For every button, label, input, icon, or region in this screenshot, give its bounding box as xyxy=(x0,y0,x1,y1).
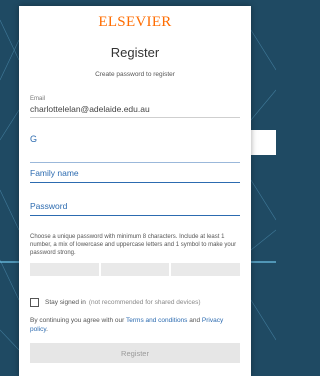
given-name-underline xyxy=(30,162,240,163)
terms-text: By continuing you agree with our Terms a… xyxy=(30,316,240,334)
page-subtitle: Create password to register xyxy=(95,71,175,78)
strength-segment xyxy=(30,263,99,276)
stay-signed-in-label[interactable]: Stay signed in xyxy=(45,299,86,306)
page-title: Register xyxy=(110,45,160,60)
register-modal: ELSEVIER Register Create password to reg… xyxy=(19,6,251,376)
terms-link[interactable]: Terms and conditions xyxy=(126,317,187,324)
email-underline xyxy=(30,117,240,118)
password-underline xyxy=(30,215,240,216)
terms-suffix: . xyxy=(46,326,48,333)
stay-signed-in-checkbox[interactable] xyxy=(30,298,39,307)
family-name-placeholder: Family name xyxy=(30,168,79,178)
email-field: Email charlottelelan@adelaide.edu.au xyxy=(30,96,240,118)
given-name-field[interactable]: G xyxy=(30,134,240,163)
terms-prefix: By continuing you agree with our xyxy=(30,317,126,324)
password-input[interactable]: Password xyxy=(30,201,240,216)
strength-segment xyxy=(100,263,170,276)
terms-and: and xyxy=(187,317,202,324)
email-label: Email xyxy=(30,96,46,102)
password-placeholder: Password xyxy=(30,201,68,211)
password-strength-meter xyxy=(30,263,241,276)
register-button[interactable]: Register xyxy=(30,343,240,363)
given-name-partial-label: G xyxy=(30,134,38,144)
stay-signed-in-row: Stay signed in (not recommended for shar… xyxy=(30,298,240,307)
elsevier-logo[interactable]: ELSEVIER xyxy=(30,14,240,32)
password-hint: Choose a unique password with minimum 8 … xyxy=(30,234,237,256)
stay-signed-in-note: (not recommended for shared devices) xyxy=(88,299,201,306)
family-name-input[interactable]: Family name xyxy=(30,168,240,183)
family-name-underline xyxy=(30,182,240,183)
email-value: charlottelelan@adelaide.edu.au xyxy=(30,104,150,114)
strength-segment xyxy=(171,263,241,276)
